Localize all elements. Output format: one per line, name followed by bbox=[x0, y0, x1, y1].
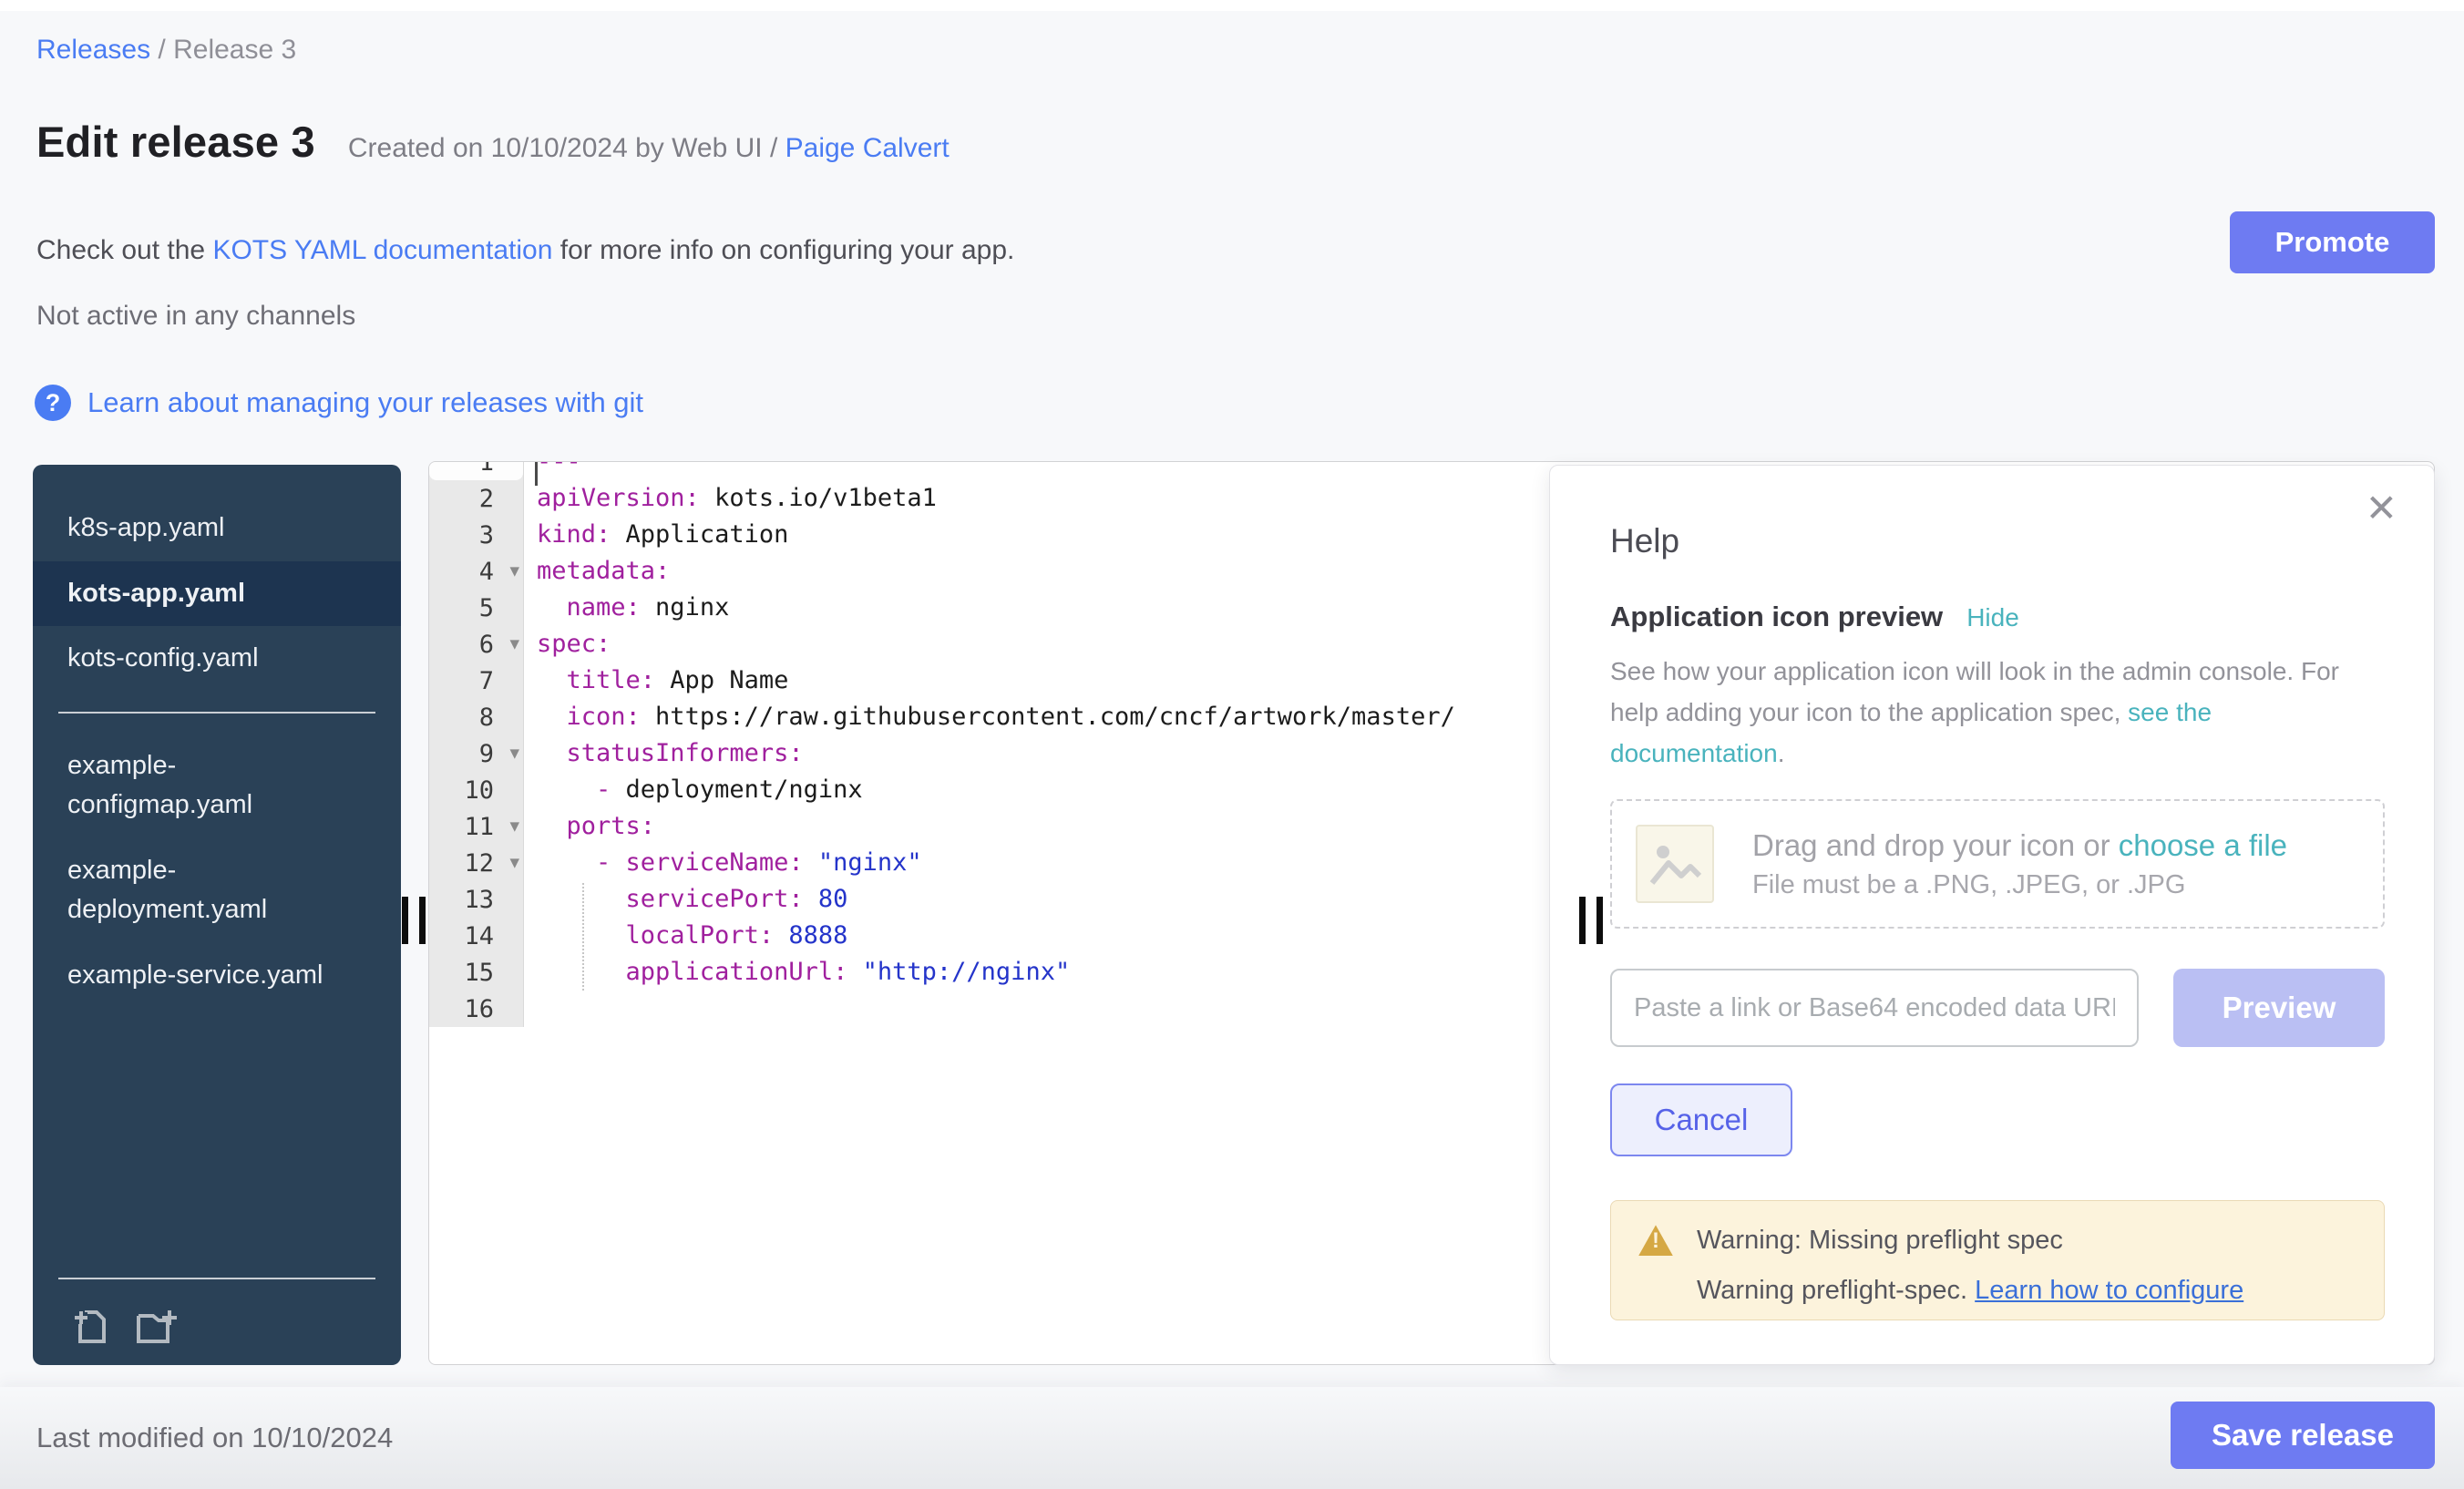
file-item-kots-config[interactable]: kots-config.yaml bbox=[33, 626, 361, 692]
edit-release-page: Releases / Release 3 Edit release 3 Crea… bbox=[0, 0, 2464, 1489]
fold-arrow-icon[interactable]: ▾ bbox=[509, 742, 519, 764]
fold-arrow-icon[interactable]: ▾ bbox=[509, 560, 519, 581]
gutter-line-number: 2 bbox=[429, 480, 523, 517]
learn-how-to-configure-link[interactable]: Learn how to configure bbox=[1975, 1276, 2243, 1305]
preflight-warning-box: Warning: Missing preflight spec Warning … bbox=[1610, 1200, 2385, 1320]
fold-arrow-icon[interactable]: ▾ bbox=[509, 815, 519, 837]
gutter-line-number: 1 bbox=[429, 461, 523, 480]
breadcrumb: Releases / Release 3 bbox=[36, 35, 296, 66]
file-item-example-service[interactable]: example-service.yaml bbox=[33, 943, 361, 1009]
icon-url-row: Preview bbox=[1610, 969, 2385, 1047]
choose-file-link[interactable]: choose a file bbox=[2119, 828, 2287, 862]
sidebar-bottom-divider bbox=[58, 1278, 375, 1279]
created-text: Created on 10/10/2024 by Web UI / bbox=[348, 133, 785, 163]
warning-title: Warning: Missing preflight spec bbox=[1697, 1226, 2063, 1256]
footer-bar: Last modified on 10/10/2024 Save release bbox=[0, 1387, 2464, 1489]
breadcrumb-separator: / bbox=[150, 35, 173, 65]
file-item-example-configmap[interactable]: example-configmap.yaml bbox=[33, 734, 361, 838]
kots-yaml-doc-link[interactable]: KOTS YAML documentation bbox=[212, 235, 552, 265]
icon-preview-heading: Application icon preview bbox=[1610, 601, 1943, 633]
intro-post: for more info on configuring your app. bbox=[552, 235, 1014, 265]
channel-status: Not active in any channels bbox=[36, 301, 355, 332]
author-link[interactable]: Paige Calvert bbox=[785, 133, 950, 163]
gutter-line-number: 13 bbox=[429, 881, 523, 918]
gutter-line-number: 3 bbox=[429, 517, 523, 553]
gutter-line-number: 15 bbox=[429, 954, 523, 991]
add-file-icon[interactable] bbox=[67, 1305, 109, 1347]
sidebar-bottom bbox=[33, 1278, 401, 1365]
file-item-k8s-app[interactable]: k8s-app.yaml bbox=[33, 496, 361, 561]
dropzone-text: Drag and drop your icon or choose a file… bbox=[1752, 828, 2287, 900]
hide-link[interactable]: Hide bbox=[1966, 603, 2019, 632]
gutter-line-number: 10 bbox=[429, 772, 523, 808]
icon-dropzone[interactable]: Drag and drop your icon or choose a file… bbox=[1610, 799, 2385, 929]
icon-preview-section-head: Application icon preview Hide bbox=[1610, 601, 2383, 633]
icon-preview-description: See how your application icon will look … bbox=[1610, 652, 2383, 774]
file-item-example-deployment[interactable]: example-deployment.yaml bbox=[33, 838, 361, 943]
sidebar-divider bbox=[58, 712, 375, 714]
created-meta: Created on 10/10/2024 by Web UI / Paige … bbox=[348, 133, 950, 164]
page-title: Edit release 3 bbox=[36, 117, 315, 167]
indent-guide bbox=[582, 883, 584, 991]
breadcrumb-current: Release 3 bbox=[173, 35, 296, 65]
warning-triangle-icon bbox=[1638, 1225, 1673, 1256]
editor-gutter: 1 2 3 4▾ 5 6▾ 7 8 9▾ 10 11▾ 12▾ 13 14 15… bbox=[429, 461, 524, 1027]
intro-pre: Check out the bbox=[36, 235, 212, 265]
help-panel-title: Help bbox=[1610, 522, 2383, 560]
cancel-button[interactable]: Cancel bbox=[1610, 1083, 1792, 1156]
promote-button[interactable]: Promote bbox=[2230, 211, 2435, 273]
preview-button[interactable]: Preview bbox=[2173, 969, 2385, 1047]
question-mark-icon: ? bbox=[35, 385, 71, 421]
file-sidebar: k8s-app.yaml kots-app.yaml kots-config.y… bbox=[33, 465, 401, 1365]
close-icon[interactable]: ✕ bbox=[2366, 489, 2397, 528]
gutter-line-number: 12▾ bbox=[429, 845, 523, 881]
gutter-line-number: 7 bbox=[429, 662, 523, 699]
gutter-line-number: 11▾ bbox=[429, 808, 523, 845]
gutter-line-number: 5 bbox=[429, 590, 523, 626]
add-folder-icon[interactable] bbox=[135, 1305, 184, 1347]
gutter-line-number: 6▾ bbox=[429, 626, 523, 662]
file-item-kots-app-active[interactable]: kots-app.yaml bbox=[33, 561, 401, 627]
git-help-link[interactable]: Learn about managing your releases with … bbox=[87, 386, 643, 419]
intro-line: Check out the KOTS YAML documentation fo… bbox=[36, 235, 1014, 266]
help-panel: ✕ Help Application icon preview Hide See… bbox=[1549, 465, 2435, 1365]
gutter-line-number: 9▾ bbox=[429, 735, 523, 772]
gutter-line-number: 4▾ bbox=[429, 553, 523, 590]
git-help-row[interactable]: ? Learn about managing your releases wit… bbox=[35, 385, 643, 421]
warning-body: Warning preflight-spec. Learn how to con… bbox=[1697, 1276, 2356, 1306]
icon-url-input[interactable] bbox=[1610, 969, 2139, 1047]
gutter-line-number: 16 bbox=[429, 991, 523, 1027]
breadcrumb-releases-link[interactable]: Releases bbox=[36, 35, 150, 65]
editor-help-resize-handle[interactable] bbox=[1579, 897, 1607, 944]
image-placeholder-icon bbox=[1636, 825, 1714, 903]
save-release-button[interactable]: Save release bbox=[2171, 1402, 2435, 1469]
gutter-line-number: 14 bbox=[429, 918, 523, 954]
sidebar-actions bbox=[67, 1305, 184, 1347]
gutter-line-number: 8 bbox=[429, 699, 523, 735]
dropzone-file-types: File must be a .PNG, .JPEG, or .JPG bbox=[1752, 870, 2287, 900]
last-modified-text: Last modified on 10/10/2024 bbox=[36, 1422, 393, 1454]
title-row: Edit release 3 Created on 10/10/2024 by … bbox=[36, 117, 950, 167]
fold-arrow-icon[interactable]: ▾ bbox=[509, 851, 519, 873]
fold-arrow-icon[interactable]: ▾ bbox=[509, 632, 519, 654]
text-cursor bbox=[535, 462, 538, 486]
sidebar-editor-resize-handle[interactable] bbox=[402, 897, 429, 944]
